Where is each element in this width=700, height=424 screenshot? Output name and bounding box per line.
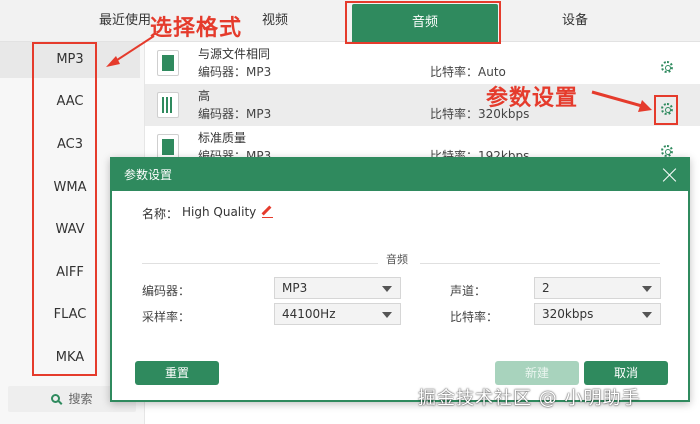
channel-value: 2 — [542, 281, 550, 295]
divider — [142, 263, 378, 264]
tab-audio[interactable]: 音频 — [352, 4, 498, 42]
samplerate-select[interactable]: 44100Hz — [274, 303, 401, 325]
param-settings-dialog: 参数设置 名称： High Quality 音频 编码器： MP3 声道： 2 … — [110, 157, 690, 402]
settings-gear-icon[interactable] — [661, 103, 673, 115]
annotation-arrow-left-icon — [106, 35, 155, 67]
name-label: 名称： — [142, 207, 179, 221]
preset-codec: 编码器：MP3 — [198, 65, 272, 79]
channel-label: 声道： — [450, 284, 487, 298]
encoder-label: 编码器： — [142, 284, 191, 298]
edit-pencil-icon[interactable] — [262, 206, 273, 218]
format-item-aac[interactable]: AAC — [0, 84, 140, 120]
preset-bitrate: 比特率：Auto — [430, 65, 506, 79]
annotation-param-settings: 参数设置 — [486, 86, 579, 111]
encoder-value: MP3 — [282, 281, 308, 295]
preset-codec: 编码器：MP3 — [198, 107, 272, 121]
channel-select[interactable]: 2 — [534, 277, 661, 299]
cancel-button[interactable]: 取消 — [584, 361, 668, 385]
close-icon[interactable] — [662, 167, 678, 183]
audio-file-icon — [157, 92, 179, 118]
reset-button[interactable]: 重置 — [135, 361, 219, 385]
preset-name: 与源文件相同 — [198, 47, 271, 61]
encoder-select[interactable]: MP3 — [274, 277, 401, 299]
samplerate-label: 采样率： — [142, 310, 191, 324]
bitrate-value: 320kbps — [542, 307, 594, 321]
preset-name: 标准质量 — [198, 131, 247, 145]
settings-gear-icon[interactable] — [661, 145, 673, 157]
search-label: 搜索 — [68, 392, 93, 406]
chevron-down-icon — [642, 312, 652, 318]
bitrate-label: 比特率： — [450, 310, 499, 324]
bitrate-select[interactable]: 320kbps — [534, 303, 661, 325]
tab-device[interactable]: 设备 — [540, 0, 610, 42]
new-button[interactable]: 新建 — [495, 361, 579, 385]
chevron-down-icon — [382, 312, 392, 318]
audio-file-icon — [157, 50, 179, 76]
annotation-select-format: 选择格式 — [150, 16, 243, 41]
dialog-title: 参数设置 — [112, 159, 688, 191]
annotation-arrow-right-icon — [591, 90, 652, 112]
preset-item[interactable]: 与源文件相同 编码器：MP3 比特率：Auto — [145, 42, 700, 84]
chevron-down-icon — [642, 286, 652, 292]
preset-name: 高 — [198, 89, 211, 103]
divider — [420, 263, 660, 264]
chevron-down-icon — [382, 286, 392, 292]
settings-gear-icon[interactable] — [661, 61, 673, 73]
section-label-audio: 音频 — [386, 253, 408, 266]
search-icon — [51, 394, 61, 403]
name-value: High Quality — [182, 205, 257, 219]
tab-video[interactable]: 视频 — [255, 0, 295, 42]
watermark: 掘金技术社区 @ 小明助手 — [418, 388, 641, 409]
samplerate-value: 44100Hz — [282, 307, 336, 321]
